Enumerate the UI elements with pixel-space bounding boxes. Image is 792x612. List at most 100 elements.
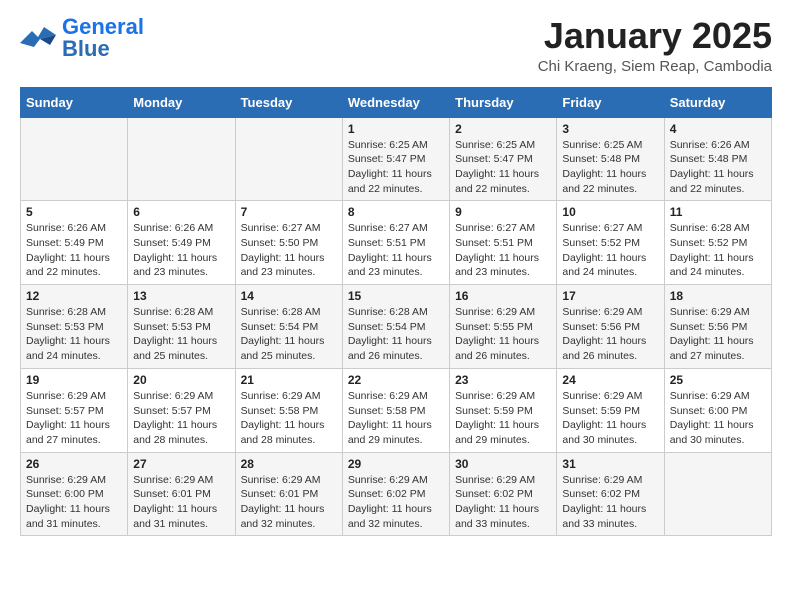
day-number: 22: [348, 373, 444, 387]
day-info: Sunrise: 6:29 AM Sunset: 5:57 PM Dayligh…: [133, 389, 229, 448]
day-info: Sunrise: 6:29 AM Sunset: 5:56 PM Dayligh…: [562, 305, 658, 364]
day-info: Sunrise: 6:29 AM Sunset: 5:56 PM Dayligh…: [670, 305, 766, 364]
calendar-cell: [235, 117, 342, 201]
day-number: 20: [133, 373, 229, 387]
calendar-cell: 5Sunrise: 6:26 AM Sunset: 5:49 PM Daylig…: [21, 201, 128, 285]
calendar-cell: 17 Sunrise: 6:29 AM Sunset: 5:56 PM Dayli…: [557, 285, 664, 369]
day-info: Sunrise: 6:29 AM Sunset: 6:00 PM Dayligh…: [670, 389, 766, 448]
day-info: Sunrise: 6:28 AM Sunset: 5:52 PM Dayligh…: [670, 221, 766, 280]
day-number: 17: [562, 289, 658, 303]
calendar-table: SundayMondayTuesdayWednesdayThursdayFrid…: [20, 87, 772, 537]
calendar-cell: 31Sunrise: 6:29 AM Sunset: 6:02 PM Dayli…: [557, 452, 664, 536]
calendar-cell: 30 Sunrise: 6:29 AM Sunset: 6:02 PM Dayli…: [450, 452, 557, 536]
header: General Blue January 2025 Chi Kraeng, Si…: [20, 16, 772, 75]
day-number: 18: [670, 289, 766, 303]
calendar-day-header: Wednesday: [342, 87, 449, 117]
day-number: 1: [348, 122, 444, 136]
day-number: 9: [455, 205, 551, 219]
calendar-cell: 15 Sunrise: 6:28 AM Sunset: 5:54 PM Dayli…: [342, 285, 449, 369]
day-info: Sunrise: 6:26 AM Sunset: 5:48 PM Dayligh…: [670, 138, 766, 197]
day-number: 25: [670, 373, 766, 387]
day-info: Sunrise: 6:29 AM Sunset: 6:02 PM Dayligh…: [348, 473, 444, 532]
calendar-cell: 25 Sunrise: 6:29 AM Sunset: 6:00 PM Dayli…: [664, 368, 771, 452]
calendar-day-header: Monday: [128, 87, 235, 117]
calendar-cell: 20 Sunrise: 6:29 AM Sunset: 5:57 PM Dayli…: [128, 368, 235, 452]
day-info: Sunrise: 6:25 AM Sunset: 5:47 PM Dayligh…: [348, 138, 444, 197]
calendar-cell: 9 Sunrise: 6:27 AM Sunset: 5:51 PM Daylig…: [450, 201, 557, 285]
calendar-cell: 14Sunrise: 6:28 AM Sunset: 5:54 PM Dayli…: [235, 285, 342, 369]
calendar-week-row: 19Sunrise: 6:29 AM Sunset: 5:57 PM Dayli…: [21, 368, 772, 452]
logo: General Blue: [20, 16, 144, 60]
calendar-cell: 19Sunrise: 6:29 AM Sunset: 5:57 PM Dayli…: [21, 368, 128, 452]
calendar-day-header: Thursday: [450, 87, 557, 117]
day-info: Sunrise: 6:28 AM Sunset: 5:54 PM Dayligh…: [241, 305, 337, 364]
day-info: Sunrise: 6:25 AM Sunset: 5:47 PM Dayligh…: [455, 138, 551, 197]
calendar-week-row: 1 Sunrise: 6:25 AM Sunset: 5:47 PM Daylig…: [21, 117, 772, 201]
day-number: 21: [241, 373, 337, 387]
subtitle: Chi Kraeng, Siem Reap, Cambodia: [538, 58, 772, 75]
day-number: 13: [133, 289, 229, 303]
calendar-cell: 2 Sunrise: 6:25 AM Sunset: 5:47 PM Daylig…: [450, 117, 557, 201]
day-info: Sunrise: 6:29 AM Sunset: 6:00 PM Dayligh…: [26, 473, 122, 532]
logo-text: General Blue: [62, 16, 144, 60]
calendar-week-row: 26 Sunrise: 6:29 AM Sunset: 6:00 PM Dayli…: [21, 452, 772, 536]
day-info: Sunrise: 6:29 AM Sunset: 5:59 PM Dayligh…: [562, 389, 658, 448]
day-info: Sunrise: 6:29 AM Sunset: 5:55 PM Dayligh…: [455, 305, 551, 364]
day-number: 10: [562, 205, 658, 219]
calendar-week-row: 12 Sunrise: 6:28 AM Sunset: 5:53 PM Dayli…: [21, 285, 772, 369]
day-info: Sunrise: 6:29 AM Sunset: 5:58 PM Dayligh…: [241, 389, 337, 448]
calendar-day-header: Tuesday: [235, 87, 342, 117]
calendar-cell: 3 Sunrise: 6:25 AM Sunset: 5:48 PM Daylig…: [557, 117, 664, 201]
calendar-cell: 24 Sunrise: 6:29 AM Sunset: 5:59 PM Dayli…: [557, 368, 664, 452]
day-number: 15: [348, 289, 444, 303]
calendar-cell: 8Sunrise: 6:27 AM Sunset: 5:51 PM Daylig…: [342, 201, 449, 285]
day-info: Sunrise: 6:27 AM Sunset: 5:51 PM Dayligh…: [455, 221, 551, 280]
calendar-cell: 4 Sunrise: 6:26 AM Sunset: 5:48 PM Daylig…: [664, 117, 771, 201]
calendar-week-row: 5Sunrise: 6:26 AM Sunset: 5:49 PM Daylig…: [21, 201, 772, 285]
calendar-cell: 11 Sunrise: 6:28 AM Sunset: 5:52 PM Dayli…: [664, 201, 771, 285]
calendar-day-header: Saturday: [664, 87, 771, 117]
day-info: Sunrise: 6:29 AM Sunset: 6:01 PM Dayligh…: [133, 473, 229, 532]
day-info: Sunrise: 6:25 AM Sunset: 5:48 PM Dayligh…: [562, 138, 658, 197]
page: General Blue January 2025 Chi Kraeng, Si…: [0, 0, 792, 556]
day-number: 27: [133, 457, 229, 471]
calendar-cell: 6 Sunrise: 6:26 AM Sunset: 5:49 PM Daylig…: [128, 201, 235, 285]
day-number: 26: [26, 457, 122, 471]
calendar-cell: 7Sunrise: 6:27 AM Sunset: 5:50 PM Daylig…: [235, 201, 342, 285]
day-info: Sunrise: 6:29 AM Sunset: 5:58 PM Dayligh…: [348, 389, 444, 448]
calendar-cell: 29 Sunrise: 6:29 AM Sunset: 6:02 PM Dayli…: [342, 452, 449, 536]
day-number: 3: [562, 122, 658, 136]
day-info: Sunrise: 6:27 AM Sunset: 5:51 PM Dayligh…: [348, 221, 444, 280]
day-number: 28: [241, 457, 337, 471]
day-number: 12: [26, 289, 122, 303]
calendar-cell: 10 Sunrise: 6:27 AM Sunset: 5:52 PM Dayli…: [557, 201, 664, 285]
day-number: 6: [133, 205, 229, 219]
day-number: 30: [455, 457, 551, 471]
day-number: 4: [670, 122, 766, 136]
day-number: 24: [562, 373, 658, 387]
day-number: 16: [455, 289, 551, 303]
day-info: Sunrise: 6:28 AM Sunset: 5:53 PM Dayligh…: [133, 305, 229, 364]
calendar-cell: [21, 117, 128, 201]
day-number: 7: [241, 205, 337, 219]
title-block: January 2025 Chi Kraeng, Siem Reap, Camb…: [538, 16, 772, 75]
calendar-cell: 28Sunrise: 6:29 AM Sunset: 6:01 PM Dayli…: [235, 452, 342, 536]
day-info: Sunrise: 6:29 AM Sunset: 5:59 PM Dayligh…: [455, 389, 551, 448]
calendar-header-row: SundayMondayTuesdayWednesdayThursdayFrid…: [21, 87, 772, 117]
calendar-cell: [128, 117, 235, 201]
logo-icon: [20, 23, 56, 53]
calendar-day-header: Sunday: [21, 87, 128, 117]
day-info: Sunrise: 6:27 AM Sunset: 5:52 PM Dayligh…: [562, 221, 658, 280]
day-number: 11: [670, 205, 766, 219]
day-number: 29: [348, 457, 444, 471]
calendar-day-header: Friday: [557, 87, 664, 117]
day-info: Sunrise: 6:28 AM Sunset: 5:54 PM Dayligh…: [348, 305, 444, 364]
calendar-cell: 26 Sunrise: 6:29 AM Sunset: 6:00 PM Dayli…: [21, 452, 128, 536]
day-number: 23: [455, 373, 551, 387]
calendar-cell: 18 Sunrise: 6:29 AM Sunset: 5:56 PM Dayli…: [664, 285, 771, 369]
calendar-cell: 23 Sunrise: 6:29 AM Sunset: 5:59 PM Dayli…: [450, 368, 557, 452]
day-number: 2: [455, 122, 551, 136]
day-info: Sunrise: 6:28 AM Sunset: 5:53 PM Dayligh…: [26, 305, 122, 364]
day-info: Sunrise: 6:29 AM Sunset: 6:02 PM Dayligh…: [455, 473, 551, 532]
day-info: Sunrise: 6:26 AM Sunset: 5:49 PM Dayligh…: [133, 221, 229, 280]
